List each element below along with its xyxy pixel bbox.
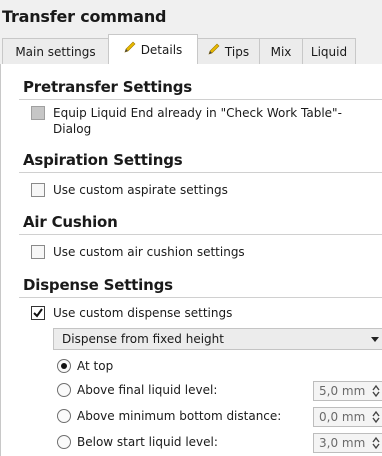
spin-arrows-icon[interactable]	[372, 410, 380, 424]
tab-main-settings[interactable]: Main settings	[2, 38, 109, 64]
radio-at-top[interactable]	[57, 359, 71, 373]
tab-label: Liquid	[310, 45, 348, 59]
tab-bar: Main settings Details Tips Mix Liquid	[0, 32, 382, 65]
radio-below-start-liquid-level-label: Below start liquid level:	[77, 435, 218, 449]
custom-dispense-label: Use custom dispense settings	[53, 306, 233, 320]
custom-dispense-checkbox[interactable]	[31, 306, 45, 320]
section-divider	[19, 99, 382, 100]
pencil-icon	[208, 38, 220, 64]
section-divider	[19, 297, 382, 298]
section-divider	[19, 234, 382, 235]
equip-liquid-end-label-line1: Equip Liquid End already in "Check Work …	[53, 106, 342, 120]
spinbox-value: 5,0 mm	[319, 384, 366, 398]
custom-aspirate-label: Use custom aspirate settings	[53, 183, 228, 197]
spinbox-value: 3,0 mm	[319, 436, 366, 450]
section-heading-air-cushion: Air Cushion	[23, 213, 118, 231]
radio-above-minimum-bottom-distance[interactable]	[57, 409, 71, 423]
tab-label: Details	[140, 43, 183, 57]
tab-label: Mix	[270, 45, 292, 59]
above-minimum-bottom-distance-spinbox[interactable]: 0,0 mm	[313, 407, 382, 427]
chevron-down-icon	[371, 337, 379, 342]
pencil-icon	[124, 34, 136, 65]
checkmark-icon	[33, 308, 43, 318]
tab-label: Tips	[224, 45, 250, 59]
radio-below-start-liquid-level[interactable]	[57, 435, 71, 449]
spin-arrows-icon[interactable]	[372, 384, 380, 398]
above-final-liquid-level-spinbox[interactable]: 5,0 mm	[313, 381, 382, 401]
radio-at-top-label: At top	[77, 359, 114, 373]
tab-liquid[interactable]: Liquid	[302, 38, 356, 64]
custom-aspirate-checkbox[interactable]	[31, 183, 45, 197]
dispense-mode-value: Dispense from fixed height	[62, 332, 224, 346]
section-heading-pretransfer: Pretransfer Settings	[23, 78, 192, 96]
tab-mix[interactable]: Mix	[259, 38, 303, 64]
spin-arrows-icon[interactable]	[372, 436, 380, 450]
custom-air-cushion-label: Use custom air cushion settings	[53, 245, 245, 259]
tab-tips[interactable]: Tips	[197, 38, 260, 64]
tab-details[interactable]: Details	[108, 34, 198, 65]
details-panel: Pretransfer Settings Equip Liquid End al…	[0, 64, 382, 456]
section-heading-dispense: Dispense Settings	[23, 276, 173, 294]
section-divider	[19, 172, 382, 173]
tab-label: Main settings	[15, 45, 96, 59]
equip-liquid-end-label-line2: Dialog	[53, 122, 92, 136]
window-title: Transfer command	[0, 0, 382, 32]
equip-liquid-end-checkbox[interactable]	[31, 106, 45, 120]
section-heading-aspiration: Aspiration Settings	[23, 151, 183, 169]
radio-above-final-liquid-level[interactable]	[57, 383, 71, 397]
radio-above-final-liquid-level-label: Above final liquid level:	[77, 383, 218, 397]
dispense-mode-select[interactable]: Dispense from fixed height	[53, 328, 382, 350]
custom-air-cushion-checkbox[interactable]	[31, 245, 45, 259]
radio-above-minimum-bottom-distance-label: Above minimum bottom distance:	[77, 409, 282, 423]
below-start-liquid-level-spinbox[interactable]: 3,0 mm	[313, 433, 382, 453]
spinbox-value: 0,0 mm	[319, 410, 366, 424]
